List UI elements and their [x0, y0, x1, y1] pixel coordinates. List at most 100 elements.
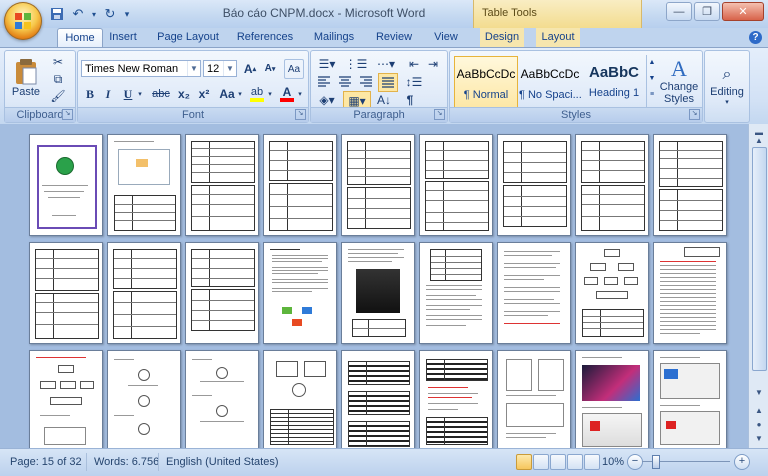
- vertical-scrollbar[interactable]: ▬ ▲ ▼ ▲ ● ▼: [748, 124, 768, 448]
- subscript-button[interactable]: x₂: [175, 85, 193, 103]
- multilevel-icon[interactable]: ⋯▾: [373, 55, 399, 73]
- page-thumbnail[interactable]: [497, 350, 571, 452]
- numbering-icon[interactable]: ⋮☰: [343, 55, 369, 73]
- more-styles-icon[interactable]: ≡: [647, 87, 657, 103]
- underline-button[interactable]: U: [120, 85, 136, 103]
- align-left-icon[interactable]: [315, 73, 333, 90]
- editing-button[interactable]: ⌕ Editing ▾: [707, 53, 747, 117]
- document-area[interactable]: [0, 124, 748, 452]
- page-thumbnail[interactable]: [419, 134, 493, 236]
- page-thumbnail[interactable]: [29, 350, 103, 452]
- page-thumbnail[interactable]: [341, 242, 415, 344]
- styles-dialog-launcher-icon[interactable]: ↘: [689, 109, 700, 120]
- font-dialog-launcher-icon[interactable]: ↘: [295, 109, 306, 120]
- page-thumbnail[interactable]: [575, 350, 649, 452]
- chevron-down-icon[interactable]: ▼: [223, 61, 236, 76]
- page-thumbnail[interactable]: [419, 242, 493, 344]
- tab-design[interactable]: Design: [480, 28, 524, 47]
- scroll-up-icon[interactable]: ▲: [647, 55, 657, 71]
- print-layout-icon[interactable]: [516, 454, 532, 470]
- zoom-level[interactable]: 10%: [602, 456, 624, 468]
- chevron-down-icon[interactable]: ▾: [136, 85, 144, 103]
- page-thumbnail[interactable]: [263, 350, 337, 452]
- align-right-icon[interactable]: [357, 73, 375, 90]
- page-thumbnail[interactable]: [185, 350, 259, 452]
- scroll-thumb[interactable]: [752, 147, 767, 371]
- zoom-in-icon[interactable]: +: [734, 454, 750, 470]
- page-thumbnail[interactable]: [653, 242, 727, 344]
- change-case-button[interactable]: Aa: [217, 85, 237, 103]
- page-thumbnail[interactable]: [107, 242, 181, 344]
- tab-review[interactable]: Review: [370, 28, 418, 47]
- bold-button[interactable]: B: [82, 85, 98, 103]
- scroll-down-icon[interactable]: ▼: [647, 71, 657, 87]
- page-thumbnail[interactable]: [497, 242, 571, 344]
- page-thumbnail[interactable]: [107, 350, 181, 452]
- office-button[interactable]: [4, 2, 42, 40]
- page-thumbnail[interactable]: [29, 242, 103, 344]
- chevron-down-icon[interactable]: ▾: [266, 85, 274, 103]
- next-page-icon[interactable]: ▼: [752, 432, 766, 445]
- page-thumbnail[interactable]: [185, 242, 259, 344]
- chevron-down-icon[interactable]: ▼: [187, 61, 200, 76]
- page-thumbnail[interactable]: [185, 134, 259, 236]
- font-size-combo[interactable]: 12 ▼: [203, 60, 237, 77]
- change-styles-button[interactable]: A Change Styles: [658, 53, 700, 109]
- browse-object-icon[interactable]: ●: [752, 418, 766, 431]
- previous-page-icon[interactable]: ▲: [752, 404, 766, 417]
- chevron-down-icon[interactable]: ▾: [296, 85, 304, 103]
- clipboard-dialog-launcher-icon[interactable]: ↘: [62, 109, 73, 120]
- page-count[interactable]: Page: 15 of 32: [10, 456, 82, 468]
- language-indicator[interactable]: English (United States): [166, 456, 279, 468]
- italic-button[interactable]: I: [100, 85, 116, 103]
- tab-mailings[interactable]: Mailings: [306, 28, 362, 47]
- tab-page-layout[interactable]: Page Layout: [152, 28, 224, 47]
- chevron-down-icon[interactable]: ▾: [236, 85, 244, 103]
- minimize-icon[interactable]: —: [666, 2, 692, 21]
- font-color-button[interactable]: A: [278, 84, 296, 103]
- decrease-indent-icon[interactable]: ⇤: [405, 55, 423, 73]
- grow-font-icon[interactable]: A ▴: [241, 60, 259, 77]
- center-icon[interactable]: [336, 73, 354, 90]
- page-thumbnail[interactable]: [575, 242, 649, 344]
- clear-format-icon[interactable]: Aa: [284, 59, 304, 79]
- format-painter-icon[interactable]: 🖌: [49, 88, 67, 104]
- close-icon[interactable]: ✕: [722, 2, 764, 21]
- scroll-up-icon[interactable]: ▲: [752, 134, 766, 147]
- word-count[interactable]: Words: 6.756: [94, 456, 159, 468]
- sort-icon[interactable]: A↓: [373, 91, 395, 108]
- tab-home[interactable]: Home: [57, 28, 103, 48]
- justify-icon[interactable]: [378, 73, 398, 92]
- style-no-spacing[interactable]: AaBbCcDc ¶ No Spaci...: [518, 56, 582, 110]
- tab-view[interactable]: View: [426, 28, 466, 47]
- page-thumbnail[interactable]: [29, 134, 103, 236]
- help-icon[interactable]: ?: [749, 31, 762, 44]
- page-thumbnail[interactable]: [341, 350, 415, 452]
- shading-icon[interactable]: ◈▾: [315, 91, 339, 108]
- full-screen-reading-icon[interactable]: [533, 454, 549, 470]
- tab-references[interactable]: References: [230, 28, 300, 47]
- restore-icon[interactable]: ❐: [694, 2, 720, 21]
- pilcrow-icon[interactable]: ¶: [401, 91, 419, 108]
- page-thumbnail[interactable]: [263, 242, 337, 344]
- tab-layout[interactable]: Layout: [536, 28, 580, 47]
- increase-indent-icon[interactable]: ⇥: [424, 55, 442, 73]
- highlight-button[interactable]: ab: [248, 84, 266, 103]
- outline-view-icon[interactable]: [567, 454, 583, 470]
- font-name-combo[interactable]: Times New Roman ▼: [81, 60, 201, 77]
- bullets-icon[interactable]: ☰▾: [314, 55, 340, 73]
- page-thumbnail[interactable]: [263, 134, 337, 236]
- line-spacing-icon[interactable]: ↕☰: [402, 73, 426, 90]
- draft-view-icon[interactable]: [584, 454, 600, 470]
- web-layout-icon[interactable]: [550, 454, 566, 470]
- strikethrough-button[interactable]: abc: [150, 85, 172, 103]
- page-thumbnail[interactable]: [653, 350, 727, 452]
- style-normal[interactable]: AaBbCcDc ¶ Normal: [454, 56, 518, 110]
- zoom-out-icon[interactable]: −: [627, 454, 643, 470]
- page-thumbnail[interactable]: [497, 134, 571, 236]
- page-thumbnail[interactable]: [575, 134, 649, 236]
- page-thumbnail[interactable]: [341, 134, 415, 236]
- paragraph-dialog-launcher-icon[interactable]: ↘: [434, 109, 445, 120]
- zoom-slider-thumb[interactable]: [652, 455, 660, 469]
- scroll-down-icon[interactable]: ▼: [752, 386, 766, 399]
